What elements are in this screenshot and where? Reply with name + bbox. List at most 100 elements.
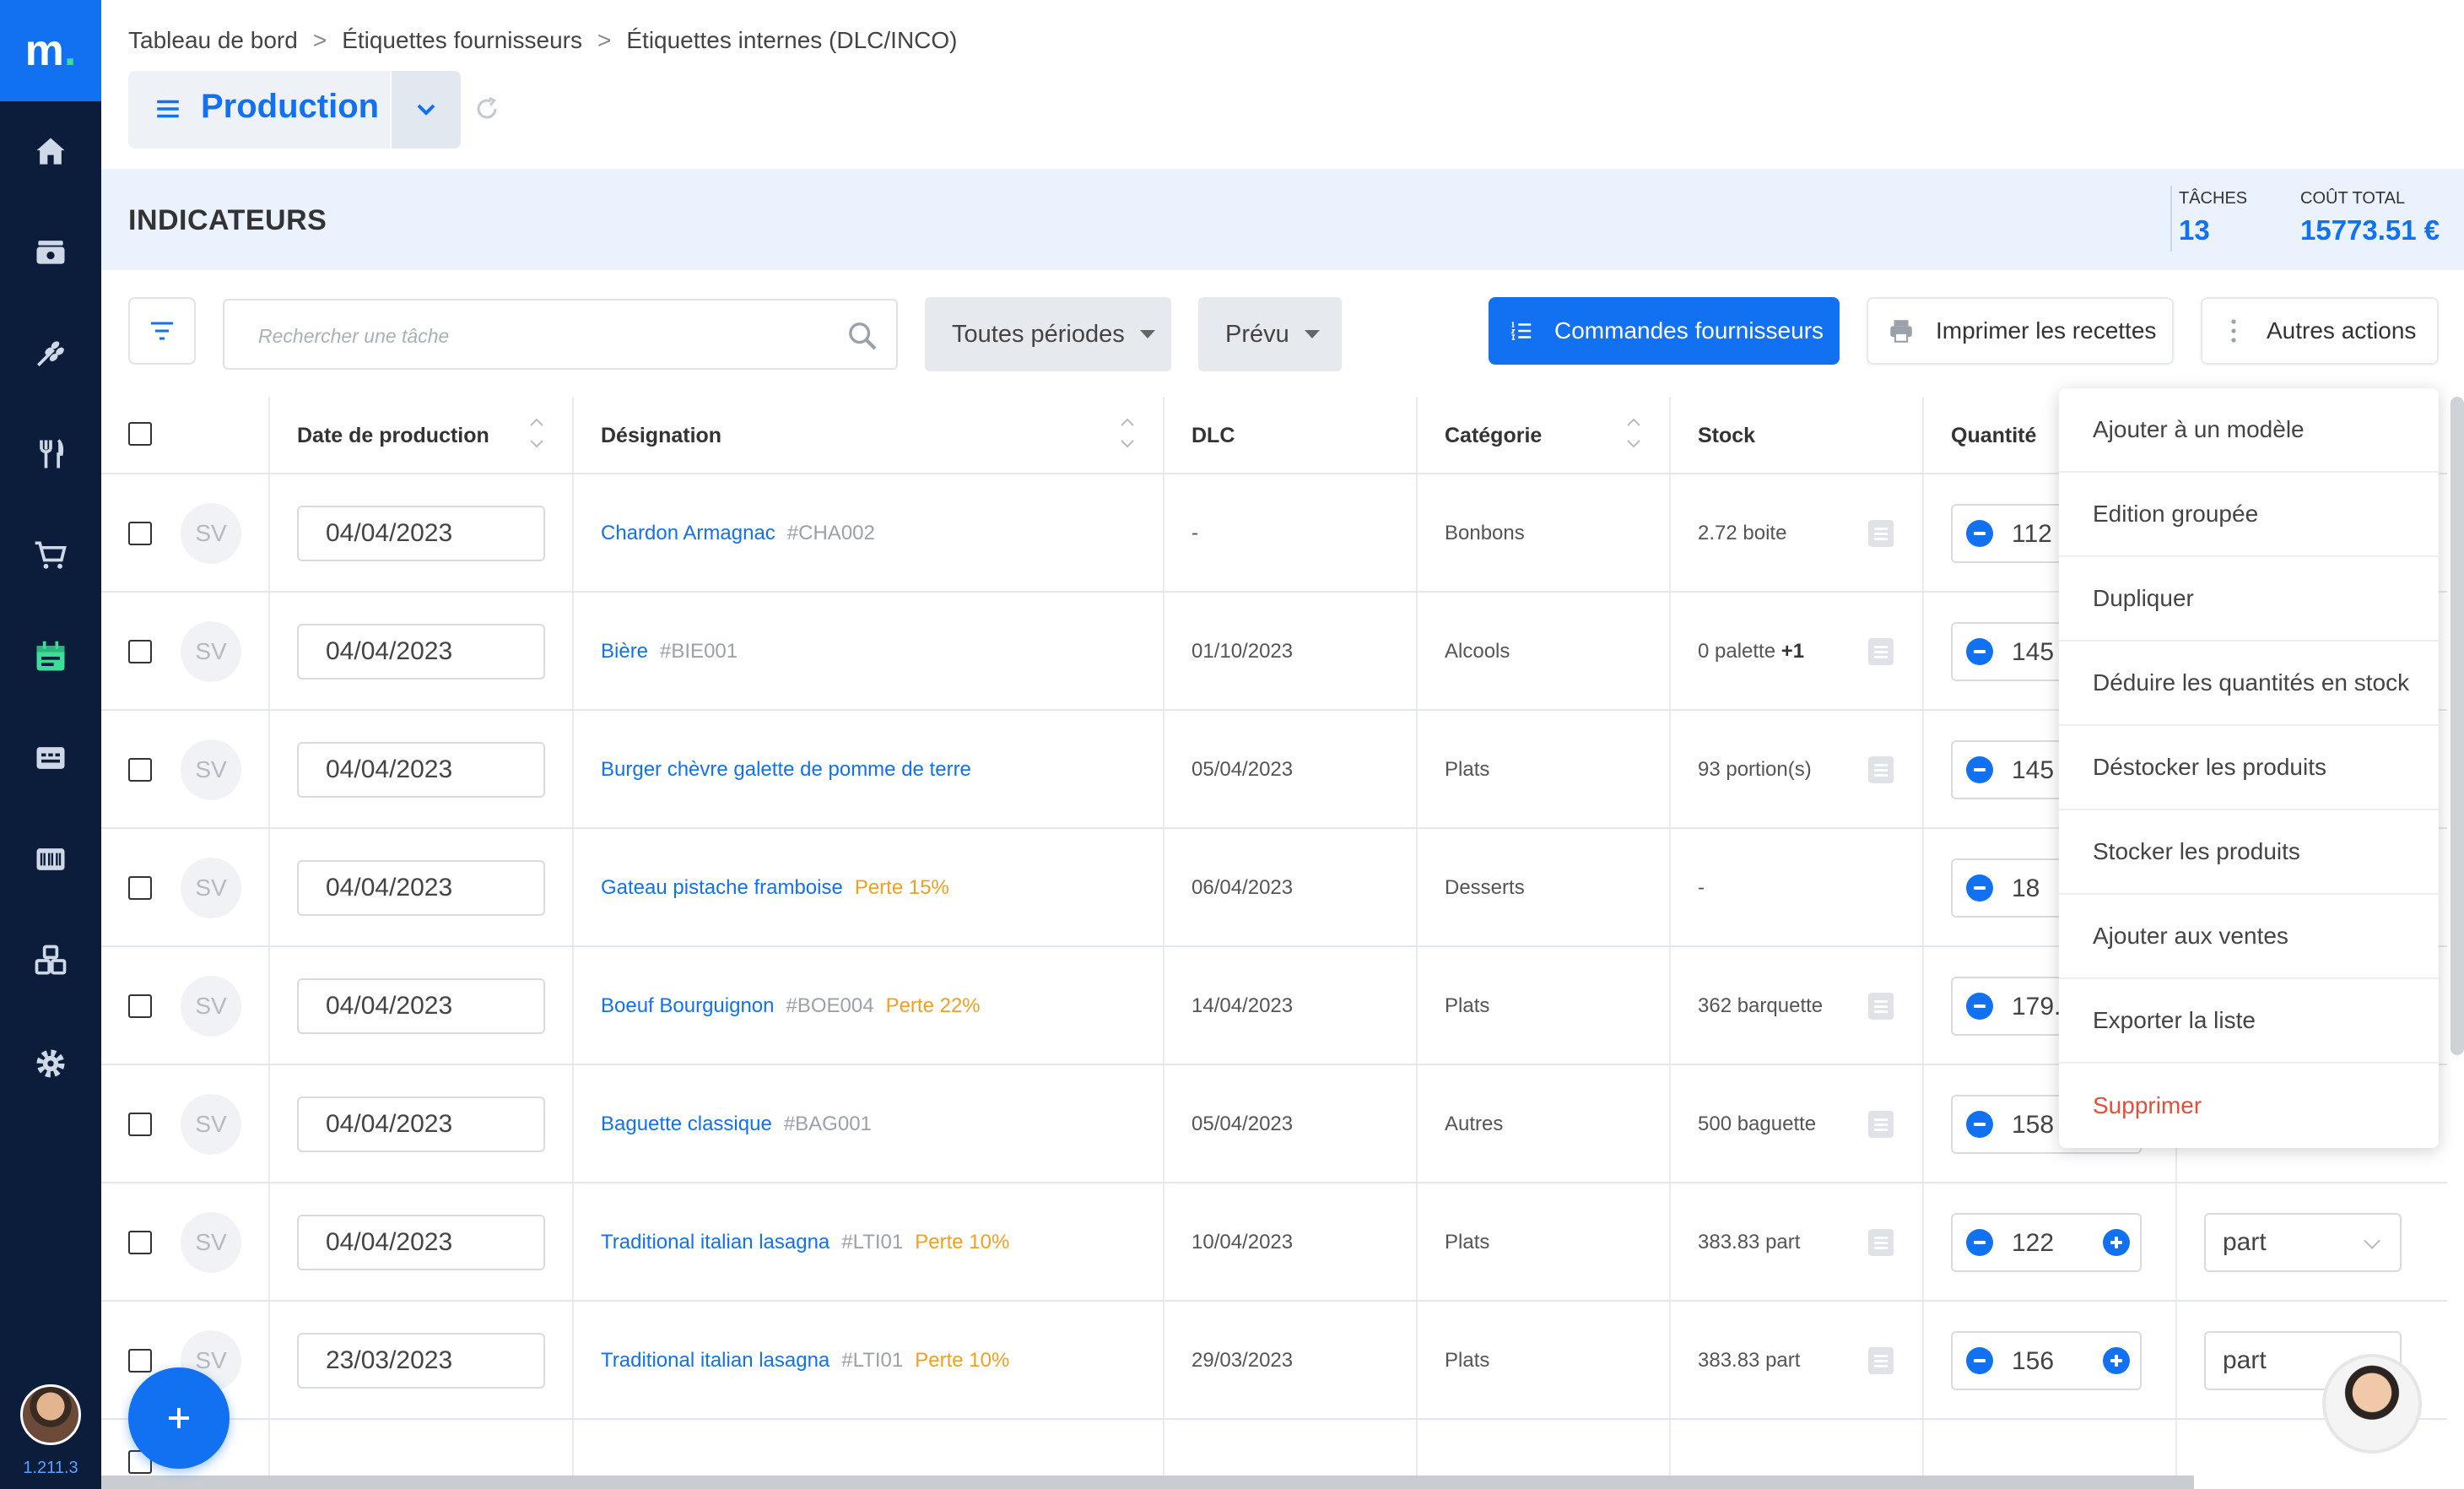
home-icon[interactable] [25,127,76,177]
row-checkbox[interactable] [128,1349,152,1373]
menu-item[interactable]: Déstocker les produits [2059,726,2439,810]
vertical-scrollbar[interactable] [2450,397,2464,1055]
menu-item[interactable]: Edition groupée [2059,473,2439,557]
user-avatar[interactable] [20,1384,81,1445]
production-date-input[interactable]: 04/04/2023 [297,978,545,1034]
minus-icon[interactable] [1966,1347,1993,1374]
boxes-icon[interactable] [25,935,76,986]
recipe-link[interactable]: Chardon Armagnac [601,522,775,544]
minus-icon[interactable] [1966,756,1993,783]
stock-note-icon[interactable] [1868,520,1894,547]
minus-icon[interactable] [1966,993,1993,1020]
view-dropdown-button[interactable] [390,71,461,149]
minus-icon[interactable] [1966,520,1993,547]
assignee-avatar[interactable]: SV [181,739,241,800]
commandes-fournisseurs-button[interactable]: Commandes fournisseurs [1489,297,1840,365]
barcode-icon[interactable] [25,834,76,885]
select-all-checkbox[interactable] [128,422,152,446]
filter-button[interactable] [128,297,196,365]
statut-select[interactable]: Prévu [1198,297,1342,371]
quantity-value[interactable]: 145 [2012,756,2054,785]
minus-icon[interactable] [1966,874,1993,902]
sort-icon[interactable] [528,415,545,452]
header-dlc[interactable]: DLC [1191,397,1235,474]
row-checkbox[interactable] [128,876,152,900]
menu-item[interactable]: Supprimer [2059,1064,2439,1148]
periode-select[interactable]: Toutes périodes [925,297,1171,371]
header-stock[interactable]: Stock [1698,397,1755,474]
assignee-avatar[interactable]: SV [181,1212,241,1273]
menu-item[interactable]: Stocker les produits [2059,810,2439,895]
unit-select[interactable]: part [2204,1213,2402,1272]
search-input[interactable] [258,319,832,353]
recipe-link[interactable]: Traditional italian lasagna [601,1349,829,1372]
app-logo[interactable]: m. [0,0,101,101]
stock-note-icon[interactable] [1868,993,1894,1020]
production-date-input[interactable]: 04/04/2023 [297,860,545,916]
recipe-link[interactable]: Traditional italian lasagna [601,1231,829,1253]
quantity-stepper[interactable]: 156 [1951,1331,2142,1390]
recipes-icon[interactable] [25,429,76,479]
assignee-avatar[interactable]: SV [181,621,241,682]
assignee-avatar[interactable]: SV [181,503,241,564]
breadcrumb-item[interactable]: Étiquettes fournisseurs [342,27,582,53]
recipe-link[interactable]: Baguette classique [601,1113,772,1135]
row-checkbox[interactable] [128,994,152,1018]
settings-icon[interactable] [25,1038,76,1089]
quantity-value[interactable]: 18 [2012,874,2040,903]
horizontal-scrollbar[interactable] [101,1475,2194,1489]
assignee-avatar[interactable]: SV [181,858,241,918]
stock-note-icon[interactable] [1868,1229,1894,1256]
menu-item[interactable]: Exporter la liste [2059,979,2439,1064]
menu-item[interactable]: Déduire les quantités en stock [2059,642,2439,726]
sort-icon[interactable] [1625,415,1642,452]
header-categorie[interactable]: Catégorie [1445,397,1542,474]
row-checkbox[interactable] [128,1231,152,1254]
quantity-value[interactable]: 158 [2012,1111,2054,1140]
row-checkbox[interactable] [128,758,152,782]
row-checkbox[interactable] [128,640,152,663]
menu-item[interactable]: Ajouter aux ventes [2059,895,2439,979]
production-date-input[interactable]: 04/04/2023 [297,506,545,561]
recipe-link[interactable]: Gateau pistache framboise [601,876,843,899]
stock-note-icon[interactable] [1868,756,1894,783]
support-chat-avatar[interactable] [2322,1354,2422,1454]
ingredients-icon[interactable] [25,328,76,378]
production-date-input[interactable]: 04/04/2023 [297,1215,545,1270]
view-selector[interactable]: Production [128,71,461,149]
autres-actions-button[interactable]: Autres actions [2201,297,2439,365]
row-checkbox[interactable] [128,522,152,545]
production-date-input[interactable]: 04/04/2023 [297,1096,545,1152]
refresh-icon[interactable] [473,95,501,123]
quantity-value[interactable]: 145 [2012,638,2054,667]
quantity-stepper[interactable]: 122 [1951,1213,2142,1272]
header-designation[interactable]: Désignation [601,397,721,474]
add-task-button[interactable] [128,1367,230,1469]
stock-note-icon[interactable] [1868,638,1894,665]
header-date-production[interactable]: Date de production [297,397,489,474]
minus-icon[interactable] [1966,1229,1993,1256]
menu-item[interactable]: Dupliquer [2059,557,2439,642]
cart-icon[interactable] [25,530,76,581]
production-date-input[interactable]: 23/03/2023 [297,1333,545,1389]
breadcrumb-item[interactable]: Tableau de bord [128,27,298,53]
assignee-avatar[interactable]: SV [181,1094,241,1155]
calendar-icon[interactable] [25,631,76,682]
printer-labels-icon[interactable] [25,733,76,783]
recipe-link[interactable]: Bière [601,640,648,663]
assignee-avatar[interactable]: SV [181,976,241,1037]
minus-icon[interactable] [1966,638,1993,665]
cash-register-icon[interactable] [25,226,76,277]
imprimer-recettes-button[interactable]: Imprimer les recettes [1867,297,2174,365]
plus-icon[interactable] [2103,1229,2130,1256]
row-checkbox[interactable] [128,1113,152,1136]
recipe-link[interactable]: Boeuf Bourguignon [601,994,775,1017]
search-icon[interactable] [846,319,879,353]
stock-note-icon[interactable] [1868,1111,1894,1138]
stock-note-icon[interactable] [1868,1347,1894,1374]
quantity-value[interactable]: 112 [2012,520,2052,549]
quantity-value[interactable]: 156 [2012,1347,2054,1376]
quantity-value[interactable]: 122 [2012,1229,2054,1258]
minus-icon[interactable] [1966,1111,1993,1138]
recipe-link[interactable]: Burger chèvre galette de pomme de terre [601,758,971,781]
